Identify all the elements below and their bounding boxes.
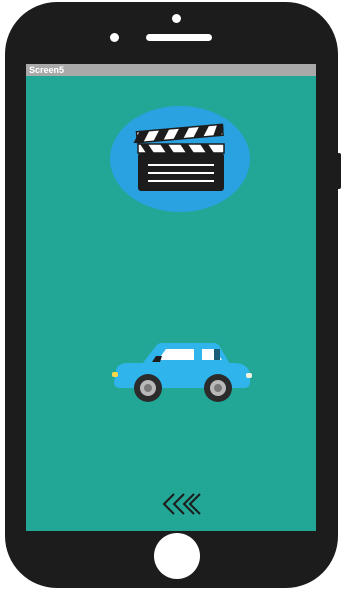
proximity-sensor <box>110 33 119 42</box>
phone-power-button <box>335 153 341 189</box>
app-screen: Screen5 <box>26 64 316 531</box>
front-camera <box>172 14 181 23</box>
car-icon <box>112 343 252 402</box>
chevrons-left-icon <box>162 493 201 515</box>
screen-title: Screen5 <box>29 65 65 75</box>
home-button[interactable] <box>154 533 200 579</box>
phone-volume-up-button <box>16 153 22 189</box>
clapperboard-icon <box>110 106 250 212</box>
title-bar: Screen5 <box>26 64 316 76</box>
phone-mute-switch <box>16 107 22 131</box>
clapperboard-button[interactable] <box>110 106 252 212</box>
phone-volume-down-button <box>16 204 22 240</box>
car-button[interactable] <box>110 338 254 402</box>
back-button[interactable] <box>162 492 202 516</box>
earpiece-speaker <box>146 34 212 41</box>
